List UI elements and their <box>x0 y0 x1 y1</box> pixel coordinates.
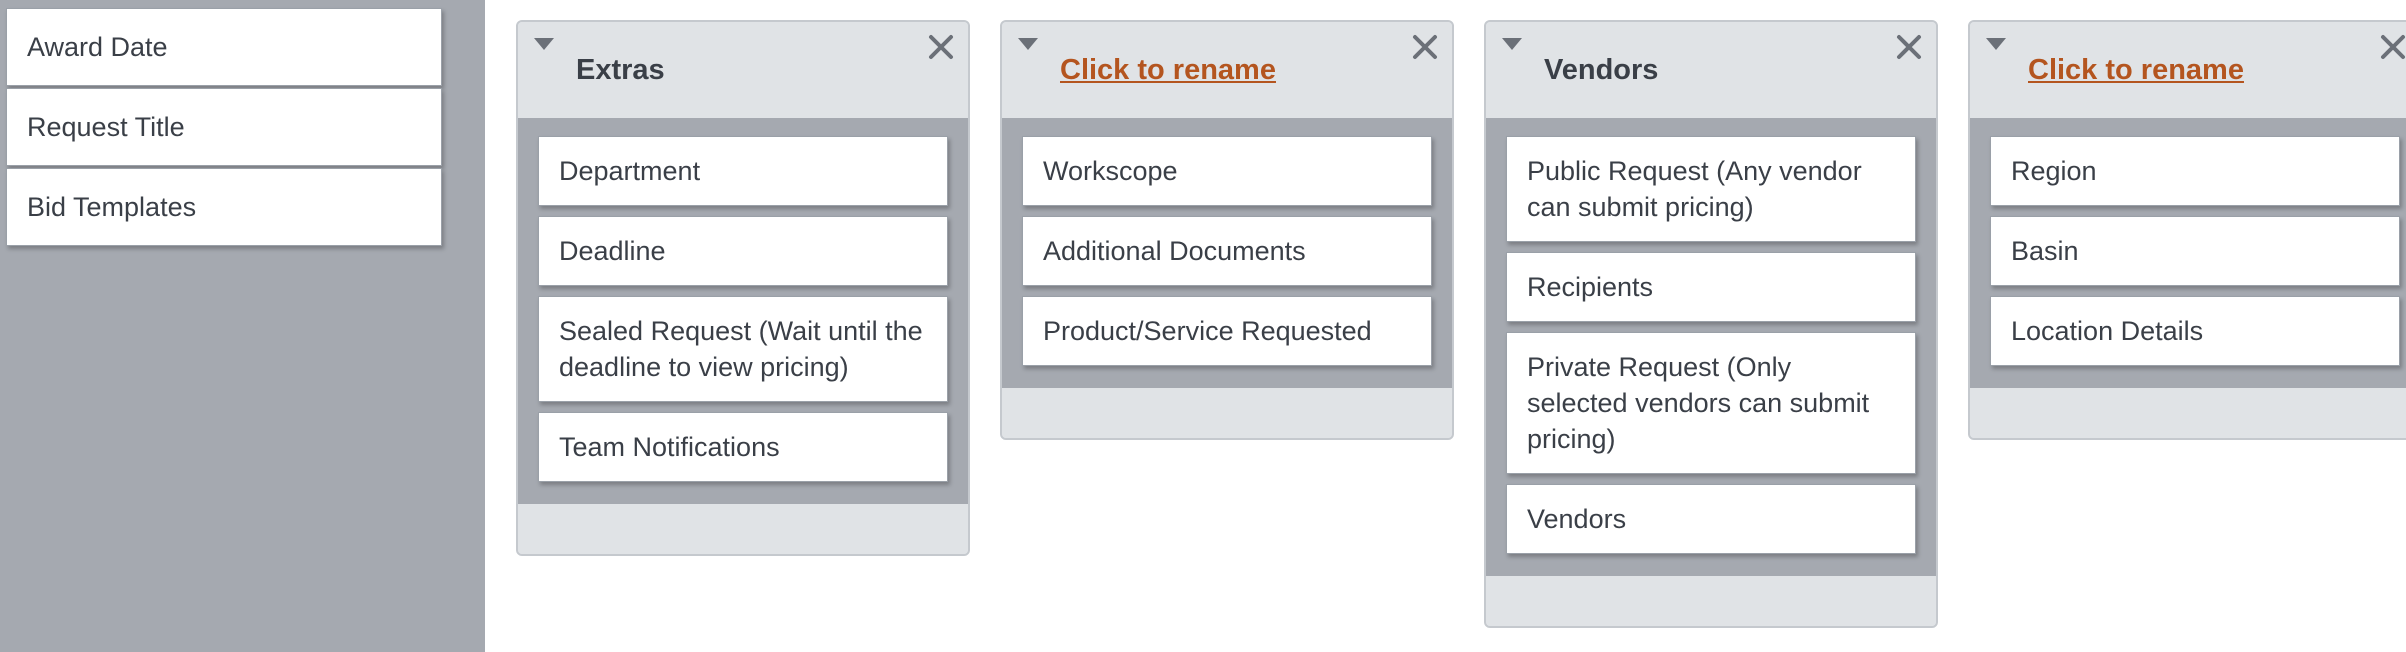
field-card-deadline[interactable]: Deadline <box>538 216 948 286</box>
field-card-department[interactable]: Department <box>538 136 948 206</box>
group-footer <box>518 504 968 554</box>
field-card-bid-templates[interactable]: Bid Templates <box>6 168 442 246</box>
group-footer <box>1486 576 1936 626</box>
group-header: Click to rename <box>1970 22 2406 118</box>
field-label: Department <box>559 156 701 186</box>
field-card-recipients[interactable]: Recipients <box>1506 252 1916 322</box>
triangle-down-icon[interactable] <box>532 34 556 58</box>
group-title: Vendors <box>1544 54 1659 86</box>
triangle-down-icon[interactable] <box>1500 34 1524 58</box>
available-fields-panel: Award Date Request Title Bid Templates <box>0 0 485 652</box>
field-card-product-service-requested[interactable]: Product/Service Requested <box>1022 296 1432 366</box>
field-card-additional-documents[interactable]: Additional Documents <box>1022 216 1432 286</box>
field-card-private-request[interactable]: Private Request (Only selected vendors c… <box>1506 332 1916 474</box>
field-label: Deadline <box>559 236 666 266</box>
field-label: Location Details <box>2011 316 2204 346</box>
group-header: Vendors <box>1486 22 1936 118</box>
group-field-list: Workscope Additional Documents Product/S… <box>1002 118 1452 388</box>
field-card-region[interactable]: Region <box>1990 136 2400 206</box>
field-card-sealed-request[interactable]: Sealed Request (Wait until the deadline … <box>538 296 948 402</box>
group-field-list: Department Deadline Sealed Request (Wait… <box>518 118 968 504</box>
field-group-unnamed-2: Click to rename Region Basin Location De… <box>1968 20 2406 440</box>
field-card-award-date[interactable]: Award Date <box>6 8 442 86</box>
close-x-icon[interactable] <box>1410 32 1440 62</box>
field-card-vendors[interactable]: Vendors <box>1506 484 1916 554</box>
group-footer <box>1002 388 1452 438</box>
close-x-icon[interactable] <box>1894 32 1924 62</box>
field-card-basin[interactable]: Basin <box>1990 216 2400 286</box>
group-field-list: Region Basin Location Details <box>1970 118 2406 388</box>
group-header: Extras <box>518 22 968 118</box>
field-card-team-notifications[interactable]: Team Notifications <box>538 412 948 482</box>
field-label: Additional Documents <box>1043 236 1306 266</box>
field-label: Recipients <box>1527 272 1654 302</box>
group-footer <box>1970 388 2406 438</box>
field-label: Private Request (Only selected vendors c… <box>1527 352 1870 454</box>
rename-group-link[interactable]: Click to rename <box>1060 52 1276 88</box>
field-label: Bid Templates <box>27 192 197 222</box>
field-group-extras: Extras Department Deadline Sealed Reques… <box>516 20 970 556</box>
field-card-location-details[interactable]: Location Details <box>1990 296 2400 366</box>
field-group-unnamed-1: Click to rename Workscope Additional Doc… <box>1000 20 1454 440</box>
field-label: Award Date <box>27 32 168 62</box>
field-label: Vendors <box>1527 504 1627 534</box>
group-header: Click to rename <box>1002 22 1452 118</box>
close-x-icon[interactable] <box>926 32 956 62</box>
close-x-icon[interactable] <box>2378 32 2406 62</box>
triangle-down-icon[interactable] <box>1016 34 1040 58</box>
field-group-vendors: Vendors Public Request (Any vendor can s… <box>1484 20 1938 628</box>
field-card-public-request[interactable]: Public Request (Any vendor can submit pr… <box>1506 136 1916 242</box>
field-label: Region <box>2011 156 2097 186</box>
rename-group-link[interactable]: Click to rename <box>2028 52 2244 88</box>
group-field-list: Public Request (Any vendor can submit pr… <box>1486 118 1936 576</box>
field-label: Request Title <box>27 112 185 142</box>
field-label: Workscope <box>1043 156 1178 186</box>
field-label: Basin <box>2011 236 2079 266</box>
group-title: Extras <box>576 54 665 86</box>
field-label: Product/Service Requested <box>1043 316 1372 346</box>
field-label: Team Notifications <box>559 432 780 462</box>
field-label: Public Request (Any vendor can submit pr… <box>1527 156 1862 222</box>
field-label: Sealed Request (Wait until the deadline … <box>559 316 923 382</box>
triangle-down-icon[interactable] <box>1984 34 2008 58</box>
field-card-request-title[interactable]: Request Title <box>6 88 442 166</box>
field-card-workscope[interactable]: Workscope <box>1022 136 1432 206</box>
